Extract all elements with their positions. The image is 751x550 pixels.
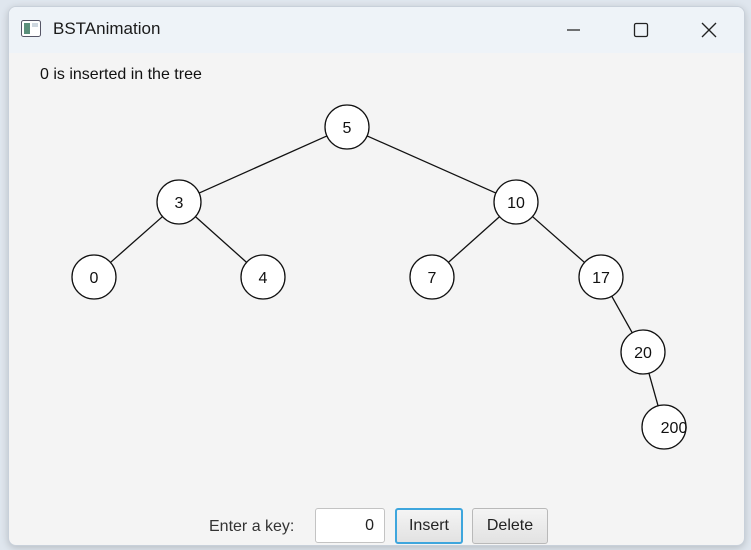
tree-node-0: 0 (71, 254, 117, 300)
tree-node-label: 0 (90, 270, 99, 287)
tree-edge-20-200 (648, 373, 659, 406)
tree-node-7: 7 (409, 254, 455, 300)
tree-node-label: 4 (259, 270, 268, 287)
maximize-icon (633, 22, 649, 38)
insert-button[interactable]: Insert (395, 508, 463, 544)
control-bar: Enter a key: Insert Delete (9, 507, 744, 545)
bst-canvas: 5 3 10 0 4 7 17 20 200 (71, 104, 688, 450)
tree-node-10: 10 (493, 179, 539, 225)
key-label: Enter a key: (209, 518, 295, 535)
tree-node-20: 20 (620, 329, 666, 375)
window-title: BSTAnimation (53, 19, 161, 38)
delete-button[interactable]: Delete (472, 508, 548, 544)
app-window: BSTAnimation 0 is inserted in the tree 5… (8, 6, 745, 546)
tree-node-label: 17 (592, 270, 610, 287)
app-icon (21, 20, 41, 37)
minimize-button[interactable] (539, 7, 607, 53)
key-input[interactable] (315, 508, 385, 543)
tree-node-label: 7 (428, 270, 437, 287)
tree-node-3: 3 (156, 179, 202, 225)
tree-edge-3-4 (194, 216, 248, 263)
tree-node-5: 5 (324, 104, 370, 150)
tree-edge-17-20 (611, 295, 633, 334)
title-bar: BSTAnimation (9, 7, 744, 53)
tree-edge-5-3 (198, 135, 328, 194)
tree-edge-5-10 (366, 135, 497, 194)
tree-node-label: 5 (343, 120, 352, 137)
tree-node-label: 3 (175, 195, 184, 212)
tree-node-label: 10 (507, 195, 525, 212)
minimize-icon (567, 29, 580, 31)
tree-edge-3-0 (110, 216, 163, 263)
tree-node-200: 200 (641, 404, 688, 450)
tree-node-label: 200 (661, 420, 688, 437)
maximize-button[interactable] (607, 7, 675, 53)
tree-node-label: 20 (634, 345, 652, 362)
tree-edge-10-7 (447, 216, 501, 263)
close-icon (701, 22, 717, 38)
tree-node-4: 4 (240, 254, 286, 300)
tree-edge-10-17 (532, 216, 585, 263)
close-button[interactable] (675, 7, 743, 53)
tree-node-17: 17 (578, 254, 624, 300)
